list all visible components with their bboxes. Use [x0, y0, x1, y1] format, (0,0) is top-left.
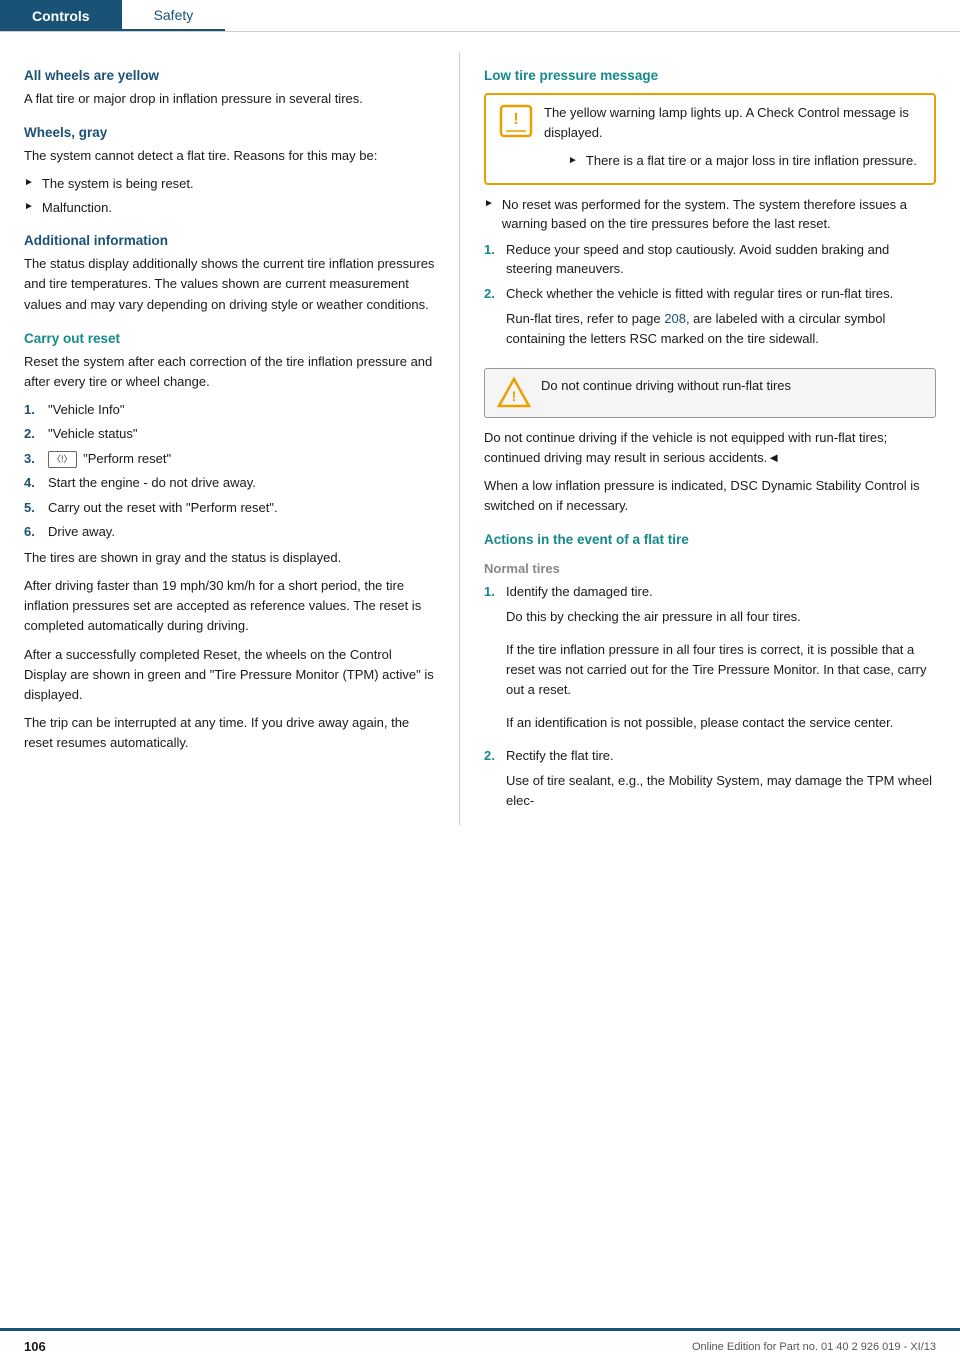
step-text: 〈!〉 "Perform reset"	[48, 449, 171, 469]
step-text: Reduce your speed and stop cautiously. A…	[506, 240, 936, 279]
footer: 106 Online Edition for Part no. 01 40 2 …	[0, 1328, 960, 1362]
page-wrapper: Controls Safety All wheels are yellow A …	[0, 0, 960, 1362]
carry-out-reset-steps: 1. "Vehicle Info" 2. "Vehicle status" 3.…	[24, 400, 435, 542]
caution-icon: !	[497, 376, 531, 410]
safety-tab-label: Safety	[154, 7, 194, 23]
section-carry-out-reset-body: Reset the system after each correction o…	[24, 352, 435, 392]
low-tire-steps: 1. Reduce your speed and stop cautiously…	[484, 240, 936, 358]
step1-extra3: If an identification is not possible, pl…	[506, 713, 893, 733]
step-text: Drive away.	[48, 522, 115, 542]
step-text: Identify the damaged tire.	[506, 582, 653, 602]
section-additional-info-heading: Additional information	[24, 233, 435, 248]
step-num: 2.	[24, 424, 48, 444]
controls-tab-label: Controls	[32, 8, 90, 24]
bullet-text: Malfunction.	[42, 198, 112, 218]
no-reset-bullet-list: ► No reset was performed for the system.…	[484, 195, 936, 234]
step1-extra2: If the tire inflation pressure in all fo…	[506, 640, 936, 700]
warning-svg: !	[499, 104, 533, 138]
section-all-wheels-heading: All wheels are yellow	[24, 68, 435, 83]
normal-tires-steps: 1. Identify the damaged tire. Do this by…	[484, 582, 936, 819]
after-steps-3: After a successfully completed Reset, th…	[24, 645, 435, 705]
caution-box: ! Do not continue driving without run-fl…	[484, 368, 936, 418]
step2-extra1: Use of tire sealant, e.g., the Mobility …	[506, 771, 936, 811]
step-num: 1.	[24, 400, 48, 420]
step-text-label: "Perform reset"	[83, 451, 171, 466]
sub-bullet: ► There is a flat tire or a major loss i…	[568, 151, 922, 171]
after-steps-2: After driving faster than 19 mph/30 km/h…	[24, 576, 435, 636]
step-text: Rectify the flat tire.	[506, 746, 614, 766]
tab-controls[interactable]: Controls	[0, 0, 122, 31]
bullet-triangle-icon: ►	[24, 199, 34, 214]
list-item: ► No reset was performed for the system.…	[484, 195, 936, 234]
page-link[interactable]: 208	[664, 311, 686, 326]
step2-content: Check whether the vehicle is fitted with…	[506, 284, 936, 358]
step2-extra-text: Run-flat tires, refer to page	[506, 311, 664, 326]
caution-text: Do not continue driving without run-flat…	[541, 376, 791, 396]
section-low-tire-heading: Low tire pressure message	[484, 68, 936, 83]
wheels-gray-bullet-list: ► The system is being reset. ► Malfuncti…	[24, 174, 435, 217]
sub-bullet-triangle-icon: ►	[568, 153, 578, 168]
sub-bullet-text: There is a flat tire or a major loss in …	[586, 151, 917, 171]
step-num: 6.	[24, 522, 48, 542]
section-all-wheels-body: A flat tire or major drop in inflation p…	[24, 89, 435, 109]
step-num: 2.	[484, 746, 506, 766]
bullet-triangle-icon: ►	[24, 175, 34, 190]
bullet-text: No reset was performed for the system. T…	[502, 195, 936, 234]
step-text: Start the engine - do not drive away.	[48, 473, 256, 493]
after-steps-4: The trip can be interrupted at any time.…	[24, 713, 435, 753]
warning-text: The yellow warning lamp lights up. A Che…	[544, 103, 922, 143]
warning-box: ! The yellow warning lamp lights up. A C…	[484, 93, 936, 185]
tab-safety[interactable]: Safety	[122, 0, 226, 31]
left-column: All wheels are yellow A flat tire or maj…	[0, 52, 460, 825]
caution-text-area: Do not continue driving without run-flat…	[541, 376, 791, 404]
svg-text:!: !	[512, 388, 517, 404]
page-number: 106	[24, 1339, 46, 1354]
list-item: 1. Identify the damaged tire. Do this by…	[484, 582, 936, 741]
edition-text: Online Edition for Part no. 01 40 2 926 …	[692, 1341, 936, 1353]
caution-svg: !	[497, 376, 531, 410]
step-num: 2.	[484, 284, 506, 304]
step-num: 5.	[24, 498, 48, 518]
header: Controls Safety	[0, 0, 960, 32]
svg-text:!: !	[513, 111, 518, 128]
bullet-triangle-icon: ►	[484, 196, 494, 211]
after-caution2: When a low inflation pressure is indicat…	[484, 476, 936, 516]
step-num: 1.	[484, 240, 506, 260]
content: All wheels are yellow A flat tire or maj…	[0, 32, 960, 845]
list-item: 6. Drive away.	[24, 522, 435, 542]
step2-extra: Run-flat tires, refer to page 208, are l…	[506, 309, 936, 349]
menu-icon: 〈!〉	[48, 451, 77, 469]
list-item: 2. Check whether the vehicle is fitted w…	[484, 284, 936, 358]
section-wheels-gray-heading: Wheels, gray	[24, 125, 435, 140]
main-area: All wheels are yellow A flat tire or maj…	[0, 32, 960, 1362]
step-text: Carry out the reset with "Perform reset"…	[48, 498, 278, 518]
step-num: 3.	[24, 449, 48, 469]
section-actions-heading: Actions in the event of a flat tire	[484, 532, 936, 547]
section-additional-info-body: The status display additionally shows th…	[24, 254, 435, 314]
step-num: 1.	[484, 582, 506, 602]
list-item: 2. "Vehicle status"	[24, 424, 435, 444]
list-item: 5. Carry out the reset with "Perform res…	[24, 498, 435, 518]
right-column: Low tire pressure message ! The yellow w…	[460, 52, 960, 825]
section-carry-out-reset-heading: Carry out reset	[24, 331, 435, 346]
step-text: "Vehicle status"	[48, 424, 137, 444]
warning-lamp-icon: !	[498, 103, 534, 139]
list-item: 3. 〈!〉 "Perform reset"	[24, 449, 435, 469]
list-item: ► The system is being reset.	[24, 174, 435, 194]
step-text: Check whether the vehicle is fitted with…	[506, 286, 893, 301]
list-item: 4. Start the engine - do not drive away.	[24, 473, 435, 493]
section-normal-tires-heading: Normal tires	[484, 561, 936, 576]
list-item: ► Malfunction.	[24, 198, 435, 218]
step1-extra1: Do this by checking the air pressure in …	[506, 607, 801, 627]
step-num: 4.	[24, 473, 48, 493]
after-steps-1: The tires are shown in gray and the stat…	[24, 548, 435, 568]
section-wheels-gray-body: The system cannot detect a flat tire. Re…	[24, 146, 435, 166]
after-caution: Do not continue driving if the vehicle i…	[484, 428, 936, 468]
bullet-text: The system is being reset.	[42, 174, 194, 194]
list-item: 2. Rectify the flat tire. Use of tire se…	[484, 746, 936, 819]
step-text: "Vehicle Info"	[48, 400, 124, 420]
warning-text-area: The yellow warning lamp lights up. A Che…	[544, 103, 922, 175]
list-item: 1. Reduce your speed and stop cautiously…	[484, 240, 936, 279]
list-item: 1. "Vehicle Info"	[24, 400, 435, 420]
